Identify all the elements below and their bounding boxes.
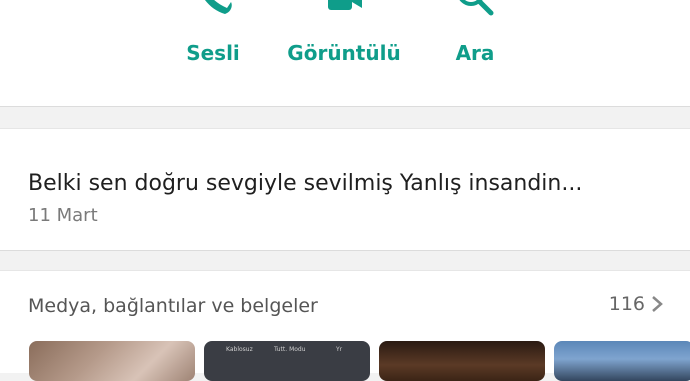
phone-icon (205, 0, 232, 14)
video-camera-icon (328, 0, 362, 10)
media-count: 116 (608, 293, 645, 315)
voice-call-button[interactable]: Sesli (153, 0, 273, 106)
about-status-date: 11 Mart (28, 205, 98, 226)
media-thumbnail[interactable] (29, 341, 195, 381)
contact-actions-card: Sesli Görüntülü Ara (0, 0, 690, 107)
media-count-link[interactable]: 116 (609, 293, 663, 315)
media-thumbnail[interactable] (554, 341, 690, 381)
about-status-text: Belki sen doğru sevgiyle sevilmiş Yanlış… (28, 171, 583, 196)
media-section-title: Medya, bağlantılar ve belgeler (28, 295, 318, 317)
thumbnail-text: Kablosuz (226, 346, 253, 353)
video-call-label: Görüntülü (287, 41, 401, 65)
voice-call-label: Sesli (186, 41, 240, 65)
thumbnail-text: Tutt. Modu (274, 346, 306, 353)
media-thumbnail[interactable] (379, 341, 545, 381)
search-icon (459, 0, 494, 16)
search-label: Ara (455, 41, 495, 65)
thumbnail-text: Yr (336, 346, 343, 353)
chevron-right-icon (652, 296, 663, 312)
media-thumbnail[interactable]: Kablosuz Tutt. Modu Yr (204, 341, 370, 381)
video-call-button[interactable]: Görüntülü (284, 0, 404, 106)
search-button[interactable]: Ara (415, 0, 535, 106)
